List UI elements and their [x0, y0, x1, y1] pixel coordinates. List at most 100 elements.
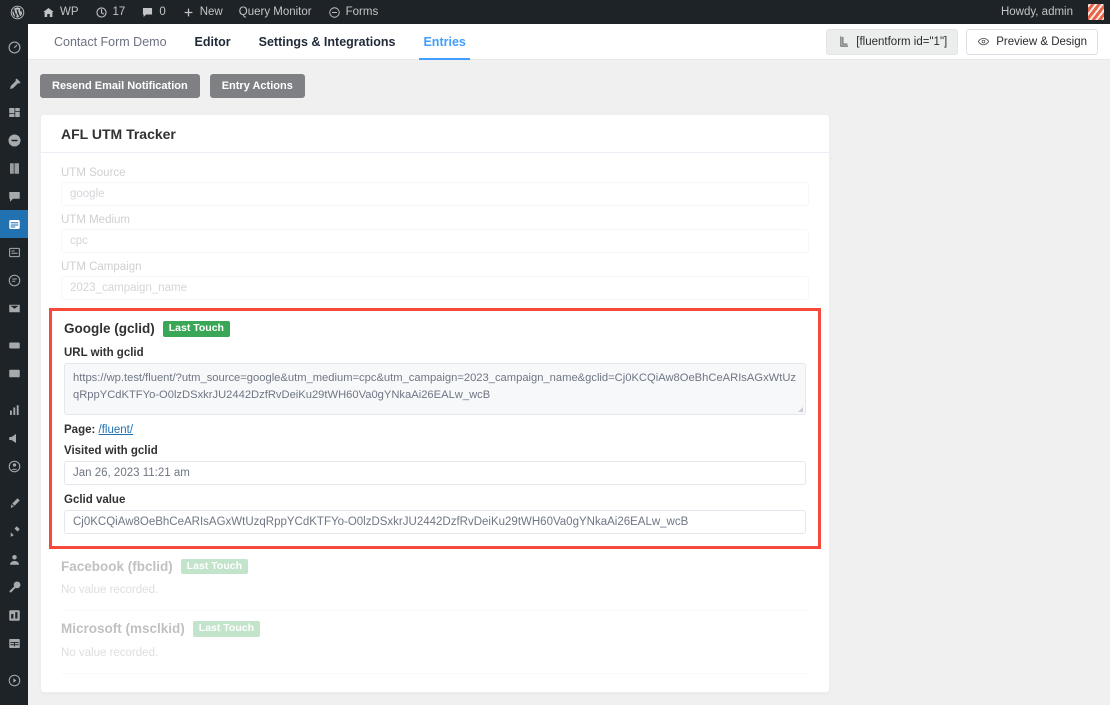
facebook-empty-message: No value recorded. — [61, 584, 159, 596]
microsoft-msclkid-section: Microsoft (msclkid) Last Touch No value … — [61, 611, 809, 674]
url-with-gclid-label: URL with gclid — [64, 346, 144, 359]
resend-email-notification-button[interactable]: Resend Email Notification — [40, 74, 200, 98]
utm-medium-value: cpc — [70, 235, 88, 247]
adminbar-item-comments[interactable]: 0 — [133, 0, 173, 24]
entry-actions-button[interactable]: Entry Actions — [209, 74, 305, 98]
page-line: Page: /fluent/ — [64, 424, 806, 436]
shortcode-button[interactable]: [fluentform id="1"] — [826, 28, 959, 55]
sidebar-item-users-circle[interactable] — [0, 452, 28, 480]
adminbar-query-monitor-label: Query Monitor — [238, 6, 312, 18]
shortcode-icon — [837, 35, 850, 48]
section-divider — [61, 672, 809, 674]
facebook-fbclid-section: Facebook (fbclid) Last Touch No value re… — [61, 549, 809, 611]
google-gclid-section: Google (gclid) Last Touch URL with gclid… — [49, 308, 821, 549]
afl-utm-tracker-card: AFL UTM Tracker UTM Source google UTM Me… — [40, 114, 830, 693]
url-with-gclid-value: https://wp.test/fluent/?utm_source=googl… — [73, 371, 797, 401]
adminbar-site-label: WP — [60, 6, 79, 18]
preview-design-label: Preview & Design — [996, 35, 1087, 48]
form-tabs: Contact Form Demo Editor Settings & Inte… — [40, 24, 480, 60]
tab-settings-integrations[interactable]: Settings & Integrations — [245, 24, 410, 60]
comment-icon — [141, 6, 154, 19]
eye-icon — [977, 35, 990, 48]
utm-campaign-label: UTM Campaign — [61, 261, 142, 273]
tab-label: Contact Form Demo — [54, 34, 167, 49]
avatar[interactable] — [1088, 4, 1104, 20]
sidebar-item-appearance[interactable] — [0, 359, 28, 387]
utm-medium-input[interactable]: cpc — [61, 229, 809, 253]
utm-source-value: google — [70, 188, 105, 200]
gclid-value-label: Gclid value — [64, 493, 126, 506]
gclid-title: Google (gclid) — [64, 321, 155, 337]
sidebar-item-users[interactable] — [0, 545, 28, 573]
page-link[interactable]: /fluent/ — [99, 424, 134, 436]
sidebar-item-marketing[interactable] — [0, 424, 28, 452]
header-actions: [fluentform id="1"] Preview & Design — [826, 28, 1098, 55]
sidebar-item-comments[interactable] — [0, 182, 28, 210]
sidebar-item-mail[interactable] — [0, 294, 28, 322]
utm-campaign-input[interactable]: 2023_campaign_name — [61, 276, 809, 300]
sidebar-item-posts[interactable] — [0, 70, 28, 98]
microsoft-title: Microsoft (msclkid) — [61, 621, 185, 637]
sidebar-item-dashboard[interactable] — [0, 33, 28, 61]
sidebar-item-settings[interactable] — [0, 601, 28, 629]
facebook-title-row: Facebook (fbclid) Last Touch — [61, 558, 809, 574]
facebook-last-touch-badge: Last Touch — [180, 558, 248, 574]
adminbar-updates-count: 17 — [112, 6, 126, 18]
utm-source-field: UTM Source google — [61, 167, 809, 206]
adminbar-new-label: New — [199, 6, 223, 18]
shortcode-label: [fluentform id="1"] — [856, 35, 948, 48]
sidebar-item-media[interactable] — [0, 98, 28, 126]
sidebar-item-fluent-forms[interactable] — [0, 210, 34, 238]
preview-design-button[interactable]: Preview & Design — [966, 28, 1098, 55]
sidebar-item-forms-list[interactable] — [0, 238, 28, 266]
visited-with-gclid-input[interactable]: Jan 26, 2023 11:21 am — [64, 460, 806, 485]
utm-fields-group: UTM Source google UTM Medium cpc UTM Cam… — [61, 167, 809, 300]
utm-source-label: UTM Source — [61, 167, 126, 179]
sidebar-item-appearance-brush[interactable] — [0, 489, 28, 517]
adminbar-item-new[interactable]: New — [174, 0, 231, 24]
wp-admin-bar: WP 17 0 New Query Monitor Forms Howdy, a… — [0, 0, 1110, 24]
adminbar-item-site-name[interactable]: WP — [34, 0, 87, 24]
tab-editor[interactable]: Editor — [181, 24, 245, 60]
tab-entries[interactable]: Entries — [409, 24, 479, 60]
sidebar-item-collapse[interactable] — [0, 666, 28, 694]
adminbar-my-account[interactable]: Howdy, admin — [993, 0, 1081, 24]
gclid-value-input[interactable]: Cj0KCQiAw8OeBhCeARIsAGxWtUzqRppYCdKTFYo-… — [64, 509, 806, 534]
sidebar-item-analytics[interactable] — [0, 396, 28, 424]
sidebar-item-seo[interactable] — [0, 331, 28, 359]
url-with-gclid-textarea[interactable]: https://wp.test/fluent/?utm_source=googl… — [64, 362, 806, 415]
facebook-title: Facebook (fbclid) — [61, 558, 173, 574]
card-header: AFL UTM Tracker — [41, 115, 829, 153]
utm-source-input[interactable]: google — [61, 182, 809, 206]
wordpress-logo-icon[interactable] — [0, 0, 34, 24]
adminbar-item-forms[interactable]: Forms — [320, 0, 387, 24]
adminbar-item-updates[interactable]: 17 — [87, 0, 134, 24]
sidebar-item-book[interactable] — [0, 154, 28, 182]
sidebar-item-plugins[interactable] — [0, 517, 28, 545]
resend-label: Resend Email Notification — [52, 80, 188, 92]
utm-campaign-value: 2023_campaign_name — [70, 282, 188, 294]
adminbar-item-query-monitor[interactable]: Query Monitor — [231, 0, 320, 24]
card-title: AFL UTM Tracker — [61, 125, 176, 142]
form-header: Contact Form Demo Editor Settings & Inte… — [28, 24, 1110, 60]
microsoft-empty-message: No value recorded. — [61, 646, 159, 659]
home-icon — [42, 6, 55, 19]
tab-label: Settings & Integrations — [258, 34, 396, 49]
tab-contact-form-demo[interactable]: Contact Form Demo — [40, 24, 181, 60]
sidebar-item-entries[interactable] — [0, 266, 28, 294]
utm-medium-field: UTM Medium cpc — [61, 214, 809, 253]
tab-label: Editor — [194, 34, 231, 49]
visited-with-gclid-label: Visited with gclid — [64, 444, 158, 457]
entry-action-buttons: Resend Email Notification Entry Actions — [28, 60, 1110, 98]
tab-label: Entries — [423, 34, 466, 49]
howdy-label: Howdy, admin — [1000, 6, 1073, 18]
sidebar-item-pages[interactable] — [0, 126, 28, 154]
entry-actions-label: Entry Actions — [221, 80, 293, 92]
sidebar-item-tools[interactable] — [0, 573, 28, 601]
sidebar-item-table[interactable] — [0, 629, 28, 657]
